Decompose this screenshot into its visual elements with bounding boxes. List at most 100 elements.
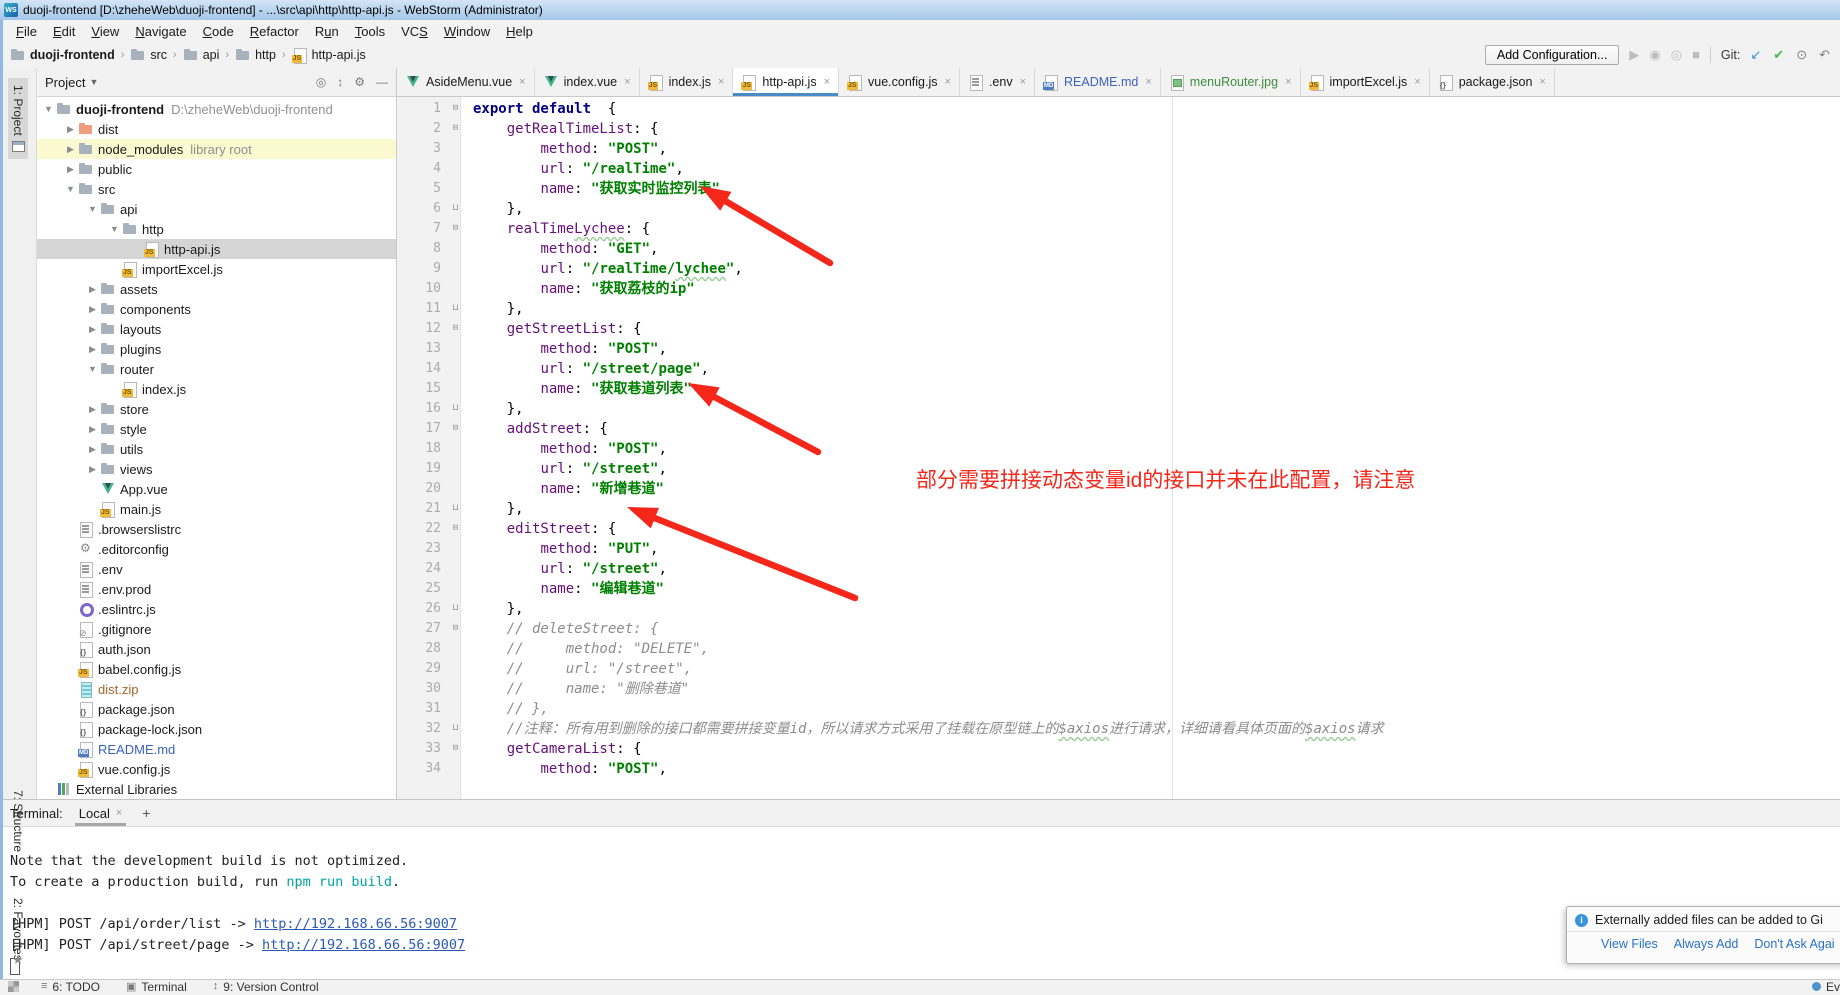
coverage-icon[interactable]: ◎ — [1671, 47, 1682, 63]
tab-README.md[interactable]: README.md× — [1035, 68, 1161, 96]
menu-item-window[interactable]: Window — [436, 22, 498, 41]
chevron-right-icon[interactable]: ▶ — [63, 164, 78, 175]
event-log-widget[interactable]: Ev — [1812, 980, 1840, 994]
close-icon[interactable]: × — [718, 76, 724, 88]
code-line-21[interactable]: 21⊔ }, — [397, 499, 1840, 519]
chevron-right-icon[interactable]: ▶ — [63, 124, 78, 135]
chevron-right-icon[interactable]: ▶ — [85, 444, 100, 455]
menu-item-navigate[interactable]: Navigate — [127, 22, 194, 41]
fold-marker-icon[interactable]: ⊔ — [446, 299, 465, 319]
stop-icon[interactable]: ■ — [1692, 47, 1700, 63]
close-icon[interactable]: × — [519, 76, 525, 88]
fold-marker-icon[interactable]: ⊟ — [446, 739, 465, 759]
code-line-2[interactable]: 2⊟ getRealTimeList: { — [397, 119, 1840, 139]
code-line-22[interactable]: 22⊟ editStreet: { — [397, 519, 1840, 539]
menu-item-code[interactable]: Code — [195, 22, 242, 41]
fold-marker-icon[interactable]: ⊔ — [446, 599, 465, 619]
chevron-right-icon[interactable]: ▶ — [85, 424, 100, 435]
tree-item-http-api.js[interactable]: http-api.js — [37, 239, 396, 259]
breadcrumb-item-duoji-frontend[interactable]: duoji-frontend — [10, 48, 115, 62]
update-project-icon[interactable]: ↙ — [1750, 47, 1761, 63]
add-configuration-button[interactable]: Add Configuration... — [1485, 45, 1620, 65]
code-line-11[interactable]: 11⊔ }, — [397, 299, 1840, 319]
code-line-27[interactable]: 27⊟ // deleteStreet: { — [397, 619, 1840, 639]
tree-item-dist.zip[interactable]: dist.zip — [37, 679, 396, 699]
close-icon[interactable]: × — [1145, 76, 1151, 88]
tree-item-External Libraries[interactable]: External Libraries — [37, 779, 396, 799]
tree-item-components[interactable]: ▶components — [37, 299, 396, 319]
tree-item-main.js[interactable]: main.js — [37, 499, 396, 519]
tree-item-auth.json[interactable]: auth.json — [37, 639, 396, 659]
code-line-23[interactable]: 23 method: "PUT", — [397, 539, 1840, 559]
tree-item-layouts[interactable]: ▶layouts — [37, 319, 396, 339]
chevron-down-icon[interactable]: ▼ — [85, 364, 100, 374]
collapse-all-icon[interactable]: ↕ — [337, 75, 343, 89]
status-item-6-todo[interactable]: ≡6: TODO — [41, 980, 100, 994]
tree-item-.eslintrc.js[interactable]: .eslintrc.js — [37, 599, 396, 619]
tree-item-vue.config.js[interactable]: vue.config.js — [37, 759, 396, 779]
tree-item-store[interactable]: ▶store — [37, 399, 396, 419]
code-line-4[interactable]: 4 url: "/realTime", — [397, 159, 1840, 179]
menu-item-help[interactable]: Help — [498, 22, 541, 41]
code-line-9[interactable]: 9 url: "/realTime/lychee", — [397, 259, 1840, 279]
menu-item-vcs[interactable]: VCS — [393, 22, 436, 41]
close-icon[interactable]: × — [824, 76, 830, 88]
fold-marker-icon[interactable]: ⊔ — [446, 199, 465, 219]
terminal-output[interactable]: Note that the development build is not o… — [0, 827, 1840, 980]
fold-marker-icon[interactable]: ⊔ — [446, 719, 465, 739]
code-line-34[interactable]: 34 method: "POST", — [397, 759, 1840, 779]
status-item-9-version-control[interactable]: ↕9: Version Control — [213, 980, 319, 994]
code-line-10[interactable]: 10 name: "获取荔枝的ip" — [397, 279, 1840, 299]
fold-marker-icon[interactable]: ⊟ — [446, 99, 465, 119]
chevron-right-icon[interactable]: ▶ — [85, 304, 100, 315]
tree-item-.gitignore[interactable]: .gitignore — [37, 619, 396, 639]
tree-item-assets[interactable]: ▶assets — [37, 279, 396, 299]
tab-importExcel.js[interactable]: importExcel.js× — [1301, 68, 1430, 96]
chevron-down-icon[interactable]: ▼ — [41, 104, 56, 114]
code-line-5[interactable]: 5 name: "获取实时监控列表" — [397, 179, 1840, 199]
chevron-down-icon[interactable]: ▼ — [85, 204, 100, 214]
close-icon[interactable]: × — [116, 807, 122, 819]
tree-item-views[interactable]: ▶views — [37, 459, 396, 479]
terminal-tab-local[interactable]: Local × — [75, 800, 127, 826]
code-editor[interactable]: 1⊟export default {2⊟ getRealTimeList: { 3… — [397, 97, 1840, 799]
tree-item-api[interactable]: ▼api — [37, 199, 396, 219]
tree-item-http[interactable]: ▼http — [37, 219, 396, 239]
terminal-link[interactable]: http://192.168.66.56:9007 — [262, 937, 465, 953]
terminal-link[interactable]: http://192.168.66.56:9007 — [254, 916, 457, 932]
tab-http-api.js[interactable]: http-api.js× — [733, 68, 839, 96]
code-line-28[interactable]: 28 // method: "DELETE", — [397, 639, 1840, 659]
chevron-right-icon[interactable]: ▶ — [85, 284, 100, 295]
debug-icon[interactable]: ◉ — [1649, 47, 1660, 63]
tree-item-README.md[interactable]: README.md — [37, 739, 396, 759]
code-line-32[interactable]: 32⊔ //注释：所有用到删除的接口都需要拼接变量id，所以请求方式采用了挂载在… — [397, 719, 1840, 739]
tab-vue.config.js[interactable]: vue.config.js× — [839, 68, 960, 96]
fold-marker-icon[interactable]: ⊟ — [446, 119, 465, 139]
tree-item-importExcel.js[interactable]: importExcel.js — [37, 259, 396, 279]
stripe-button-structure[interactable]: 7: Structure — [8, 783, 28, 859]
code-line-6[interactable]: 6⊔ }, — [397, 199, 1840, 219]
tree-item-.env[interactable]: .env — [37, 559, 396, 579]
tree-item-package-lock.json[interactable]: package-lock.json — [37, 719, 396, 739]
chevron-right-icon[interactable]: ▶ — [85, 464, 100, 475]
code-line-13[interactable]: 13 method: "POST", — [397, 339, 1840, 359]
tree-item-.editorconfig[interactable]: .editorconfig — [37, 539, 396, 559]
notification-link-view-files[interactable]: View Files — [1601, 937, 1658, 951]
tree-item-utils[interactable]: ▶utils — [37, 439, 396, 459]
code-line-15[interactable]: 15 name: "获取巷道列表" — [397, 379, 1840, 399]
fold-marker-icon[interactable]: ⊟ — [446, 219, 465, 239]
tree-item-src[interactable]: ▼src — [37, 179, 396, 199]
code-line-1[interactable]: 1⊟export default { — [397, 99, 1840, 119]
close-icon[interactable]: × — [945, 76, 951, 88]
notification-link-don-t-ask-agai[interactable]: Don't Ask Agai — [1754, 937, 1834, 951]
code-line-17[interactable]: 17⊟ addStreet: { — [397, 419, 1840, 439]
settings-icon[interactable]: ⚙ — [354, 75, 365, 89]
menu-item-edit[interactable]: Edit — [45, 22, 83, 41]
code-line-14[interactable]: 14 url: "/street/page", — [397, 359, 1840, 379]
menu-item-run[interactable]: Run — [307, 22, 347, 41]
code-line-31[interactable]: 31 // }, — [397, 699, 1840, 719]
tree-item-index.js[interactable]: index.js — [37, 379, 396, 399]
run-icon[interactable]: ▶ — [1629, 47, 1639, 63]
code-line-29[interactable]: 29 // url: "/street", — [397, 659, 1840, 679]
tree-item-package.json[interactable]: package.json — [37, 699, 396, 719]
